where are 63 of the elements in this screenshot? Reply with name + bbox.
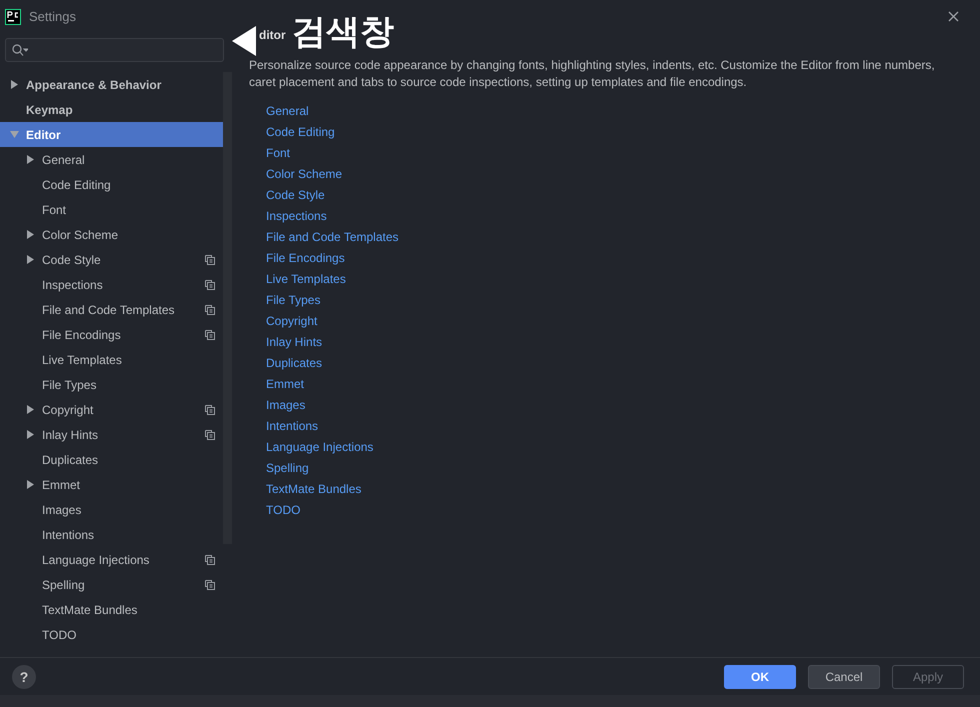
app-logo-icon xyxy=(5,8,21,24)
section-title: ditor xyxy=(259,28,286,42)
settings-link[interactable]: TextMate Bundles xyxy=(266,479,362,500)
tree-item[interactable]: Appearance & Behavior xyxy=(0,72,223,97)
collapsed-arrow-icon[interactable] xyxy=(10,80,19,89)
settings-link[interactable]: File Types xyxy=(266,290,320,311)
settings-link[interactable]: Code Style xyxy=(266,185,325,206)
tree-item[interactable]: TODO xyxy=(0,622,223,647)
description-text: Personalize source code appearance by changing fonts, highlighting styles, indents, etc. Customize the Editor from line numbers, caret placement and tabs to source code inspections, setting up templates and file encodings. xyxy=(249,57,936,91)
tree-item[interactable]: TextMate Bundles xyxy=(0,597,223,622)
collapsed-arrow-icon[interactable] xyxy=(26,480,35,489)
tree-item[interactable]: Copyright xyxy=(0,397,223,422)
settings-link[interactable]: General xyxy=(266,101,309,122)
search-icon xyxy=(12,44,28,56)
settings-link[interactable]: Inlay Hints xyxy=(266,332,322,353)
settings-link[interactable]: Intentions xyxy=(266,416,318,437)
ok-button[interactable]: OK xyxy=(724,664,796,688)
settings-link[interactable]: File and Code Templates xyxy=(266,227,399,248)
settings-link[interactable]: Color Scheme xyxy=(266,164,342,185)
settings-link[interactable]: TODO xyxy=(266,500,300,521)
dialog-button[interactable]: Cancel xyxy=(808,664,880,688)
collapsed-arrow-icon[interactable] xyxy=(26,430,35,439)
collapsed-arrow-icon[interactable] xyxy=(26,255,35,264)
collapsed-arrow-icon[interactable] xyxy=(26,405,35,414)
tree-item[interactable]: Editor xyxy=(0,122,223,147)
settings-link[interactable]: File Encodings xyxy=(266,248,345,269)
collapsed-arrow-icon[interactable] xyxy=(26,230,35,239)
close-icon[interactable] xyxy=(948,11,959,22)
settings-link[interactable]: Inspections xyxy=(266,206,327,227)
settings-link[interactable]: Code Editing xyxy=(266,122,335,143)
collapsed-arrow-icon[interactable] xyxy=(26,155,35,164)
settings-link[interactable]: Duplicates xyxy=(266,353,322,374)
tree-item[interactable]: File Types xyxy=(0,372,223,397)
settings-link[interactable]: Emmet xyxy=(266,374,304,395)
window-title: Settings xyxy=(29,9,76,24)
tree-item[interactable]: Intentions xyxy=(0,522,223,547)
settings-link[interactable]: Live Templates xyxy=(266,269,346,290)
help-button[interactable]: ? xyxy=(12,664,36,688)
tree-item[interactable]: Live Templates xyxy=(0,347,223,372)
settings-link[interactable]: Font xyxy=(266,143,290,164)
tree-item[interactable]: Emmet xyxy=(0,472,223,497)
tree-item[interactable]: Inlay Hints xyxy=(0,422,223,447)
tree-item[interactable]: File Encodings xyxy=(0,322,223,347)
settings-link[interactable]: Spelling xyxy=(266,458,309,479)
settings-link[interactable]: Language Injections xyxy=(266,437,374,458)
tree-item[interactable]: Duplicates xyxy=(0,447,223,472)
tree-item[interactable]: Images xyxy=(0,497,223,522)
tree-item[interactable]: Code Editing xyxy=(0,172,223,197)
settings-link[interactable]: Copyright xyxy=(266,311,318,332)
annotation-label: 검색창 xyxy=(292,14,394,50)
settings-link[interactable]: Images xyxy=(266,395,306,416)
tree-item[interactable]: File and Code Templates xyxy=(0,297,223,322)
tree-item[interactable]: Spelling xyxy=(0,572,223,597)
scrollbar[interactable] xyxy=(223,72,232,544)
tree-item[interactable]: Inspections xyxy=(0,272,223,297)
tree-item[interactable]: Language Injections xyxy=(0,547,223,572)
tree-item[interactable]: Color Scheme xyxy=(0,222,223,247)
tree-item[interactable]: Font xyxy=(0,197,223,222)
tree-item[interactable]: Code Style xyxy=(0,247,223,272)
search-field[interactable] xyxy=(5,38,224,62)
tree-item[interactable]: General xyxy=(0,147,223,172)
tree-item[interactable]: Keymap xyxy=(0,97,223,122)
annotation-arrow-icon xyxy=(232,26,256,56)
